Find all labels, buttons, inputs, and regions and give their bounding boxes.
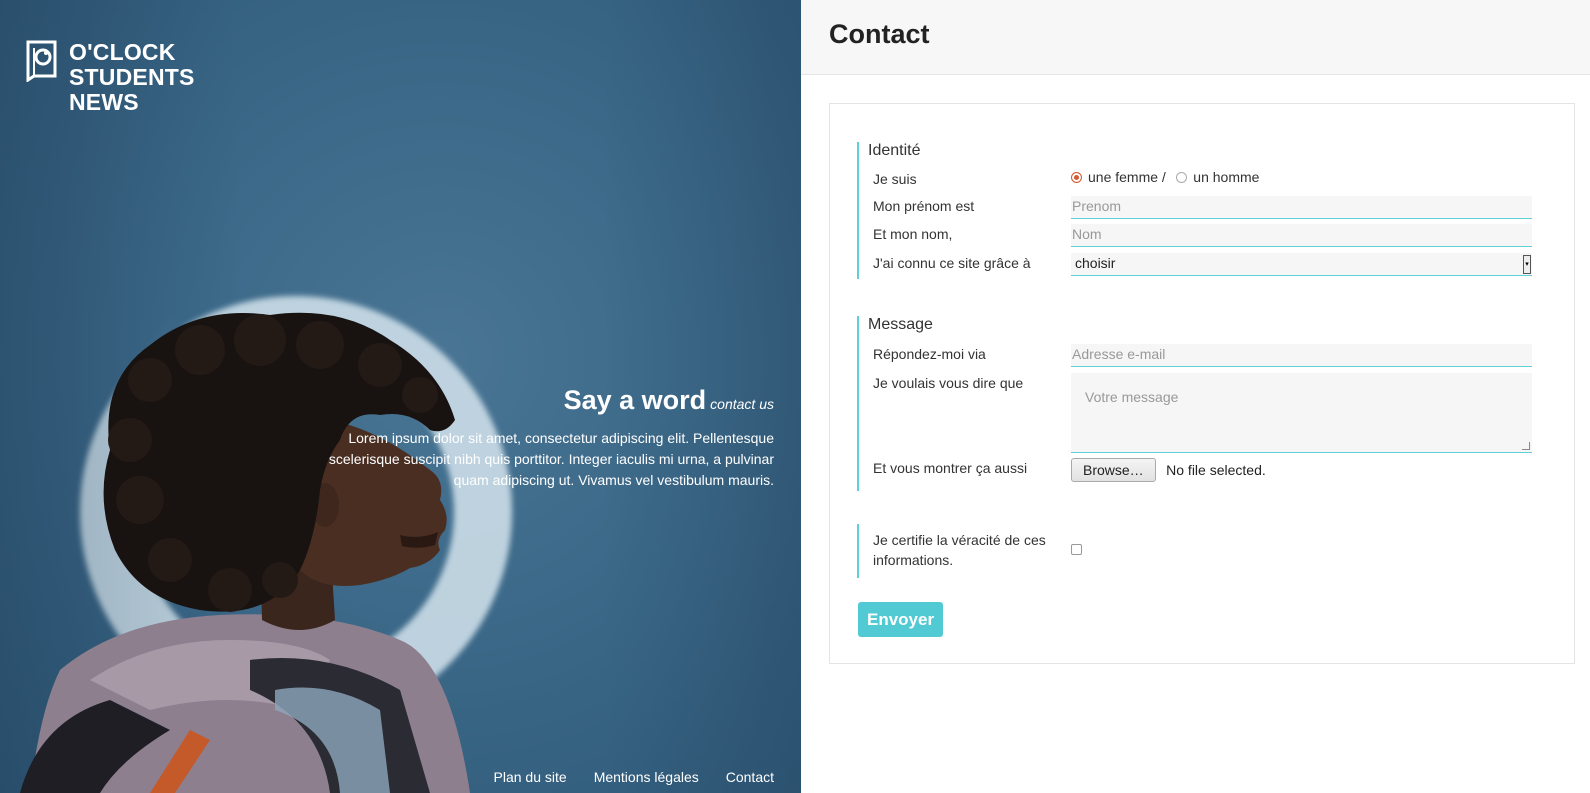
lastname-row: Et mon nom, Nom xyxy=(873,224,1532,247)
footer-nav: Plan du site Mentions légales Contact xyxy=(494,769,774,785)
certify-fieldset: Je certifie la véracité de ces informati… xyxy=(857,524,1547,578)
contact-form: Identité Je suis une femme / un homme Mo… xyxy=(829,103,1575,664)
brand-line-2: STUDENTS xyxy=(69,64,195,90)
firstname-row: Mon prénom est Prenom xyxy=(873,196,1532,219)
email-row: Répondez-moi via Adresse e-mail xyxy=(873,344,1532,367)
gender-options: une femme / un homme xyxy=(1071,169,1532,187)
gender-row: Je suis une femme / un homme xyxy=(873,169,1532,189)
email-input[interactable]: Adresse e-mail xyxy=(1071,344,1532,367)
hero-panel: O'CLOCK STUDENTS NEWS Say a word contact … xyxy=(0,0,801,793)
gender-label: Je suis xyxy=(873,171,917,187)
student-portrait-image xyxy=(20,312,470,793)
hero-subtitle: contact us xyxy=(710,396,774,412)
hero-title: Say a word xyxy=(563,385,707,415)
radio-male-label[interactable]: un homme xyxy=(1193,169,1259,185)
footer-link-sitemap[interactable]: Plan du site xyxy=(494,769,567,785)
chevron-down-icon: ▾ xyxy=(1523,255,1531,274)
certify-row: Je certifie la véracité de ces informati… xyxy=(873,530,1532,570)
submit-button[interactable]: Envoyer xyxy=(858,602,944,637)
email-label: Répondez-moi via xyxy=(873,346,986,362)
file-label: Et vous montrer ça aussi xyxy=(873,460,1028,476)
page-title: Contact xyxy=(829,19,930,49)
message-textarea[interactable]: Votre message xyxy=(1071,373,1532,453)
file-browse-button[interactable]: Browse… xyxy=(1071,458,1156,482)
identity-legend: Identité xyxy=(868,142,921,159)
certify-checkbox[interactable] xyxy=(1071,544,1082,555)
firstname-label: Mon prénom est xyxy=(873,198,975,214)
footer-link-contact[interactable]: Contact xyxy=(726,769,774,785)
message-fieldset: Message Répondez-moi via Adresse e-mail … xyxy=(857,316,1547,491)
radio-male[interactable] xyxy=(1176,172,1188,183)
source-row: J'ai connu ce site grâce à choisir ▾ xyxy=(873,253,1532,276)
certify-label: Je certifie la véracité de ces informati… xyxy=(873,532,1046,568)
hero-body-text: Lorem ipsum dolor sit amet, consectetur … xyxy=(328,430,774,488)
source-label: J'ai connu ce site grâce à xyxy=(873,255,1031,271)
brand-logo[interactable]: O'CLOCK STUDENTS NEWS xyxy=(26,40,229,115)
brand-name: O'CLOCK STUDENTS NEWS xyxy=(69,40,229,115)
resize-grip-icon[interactable] xyxy=(1522,442,1530,450)
lastname-input[interactable]: Nom xyxy=(1071,224,1532,247)
newspaper-logo-icon xyxy=(26,40,57,82)
source-select-value: choisir xyxy=(1075,255,1116,271)
message-placeholder: Votre message xyxy=(1085,389,1179,405)
radio-female-label[interactable]: une femme / xyxy=(1088,169,1166,185)
firstname-input[interactable]: Prenom xyxy=(1071,196,1532,219)
hero-copy: Say a word contact us Lorem ipsum dolor s… xyxy=(314,385,774,491)
file-row: Et vous montrer ça aussi Browse… No file… xyxy=(873,458,1532,482)
lastname-label: Et mon nom, xyxy=(873,226,953,242)
contact-panel: Contact Identité Je suis une femme / un … xyxy=(801,0,1590,793)
file-status: No file selected. xyxy=(1166,462,1266,478)
source-select[interactable]: choisir ▾ xyxy=(1071,253,1532,276)
message-row: Je voulais vous dire que Votre message xyxy=(873,373,1532,453)
page-header: Contact xyxy=(801,0,1590,75)
radio-female[interactable] xyxy=(1071,172,1082,183)
brand-line-3: NEWS xyxy=(69,89,139,115)
brand-line-1: O'CLOCK xyxy=(69,39,176,65)
footer-link-legal[interactable]: Mentions légales xyxy=(594,769,699,785)
identity-fieldset: Identité Je suis une femme / un homme Mo… xyxy=(857,142,1547,279)
message-label: Je voulais vous dire que xyxy=(873,375,1024,391)
message-legend: Message xyxy=(868,316,933,333)
